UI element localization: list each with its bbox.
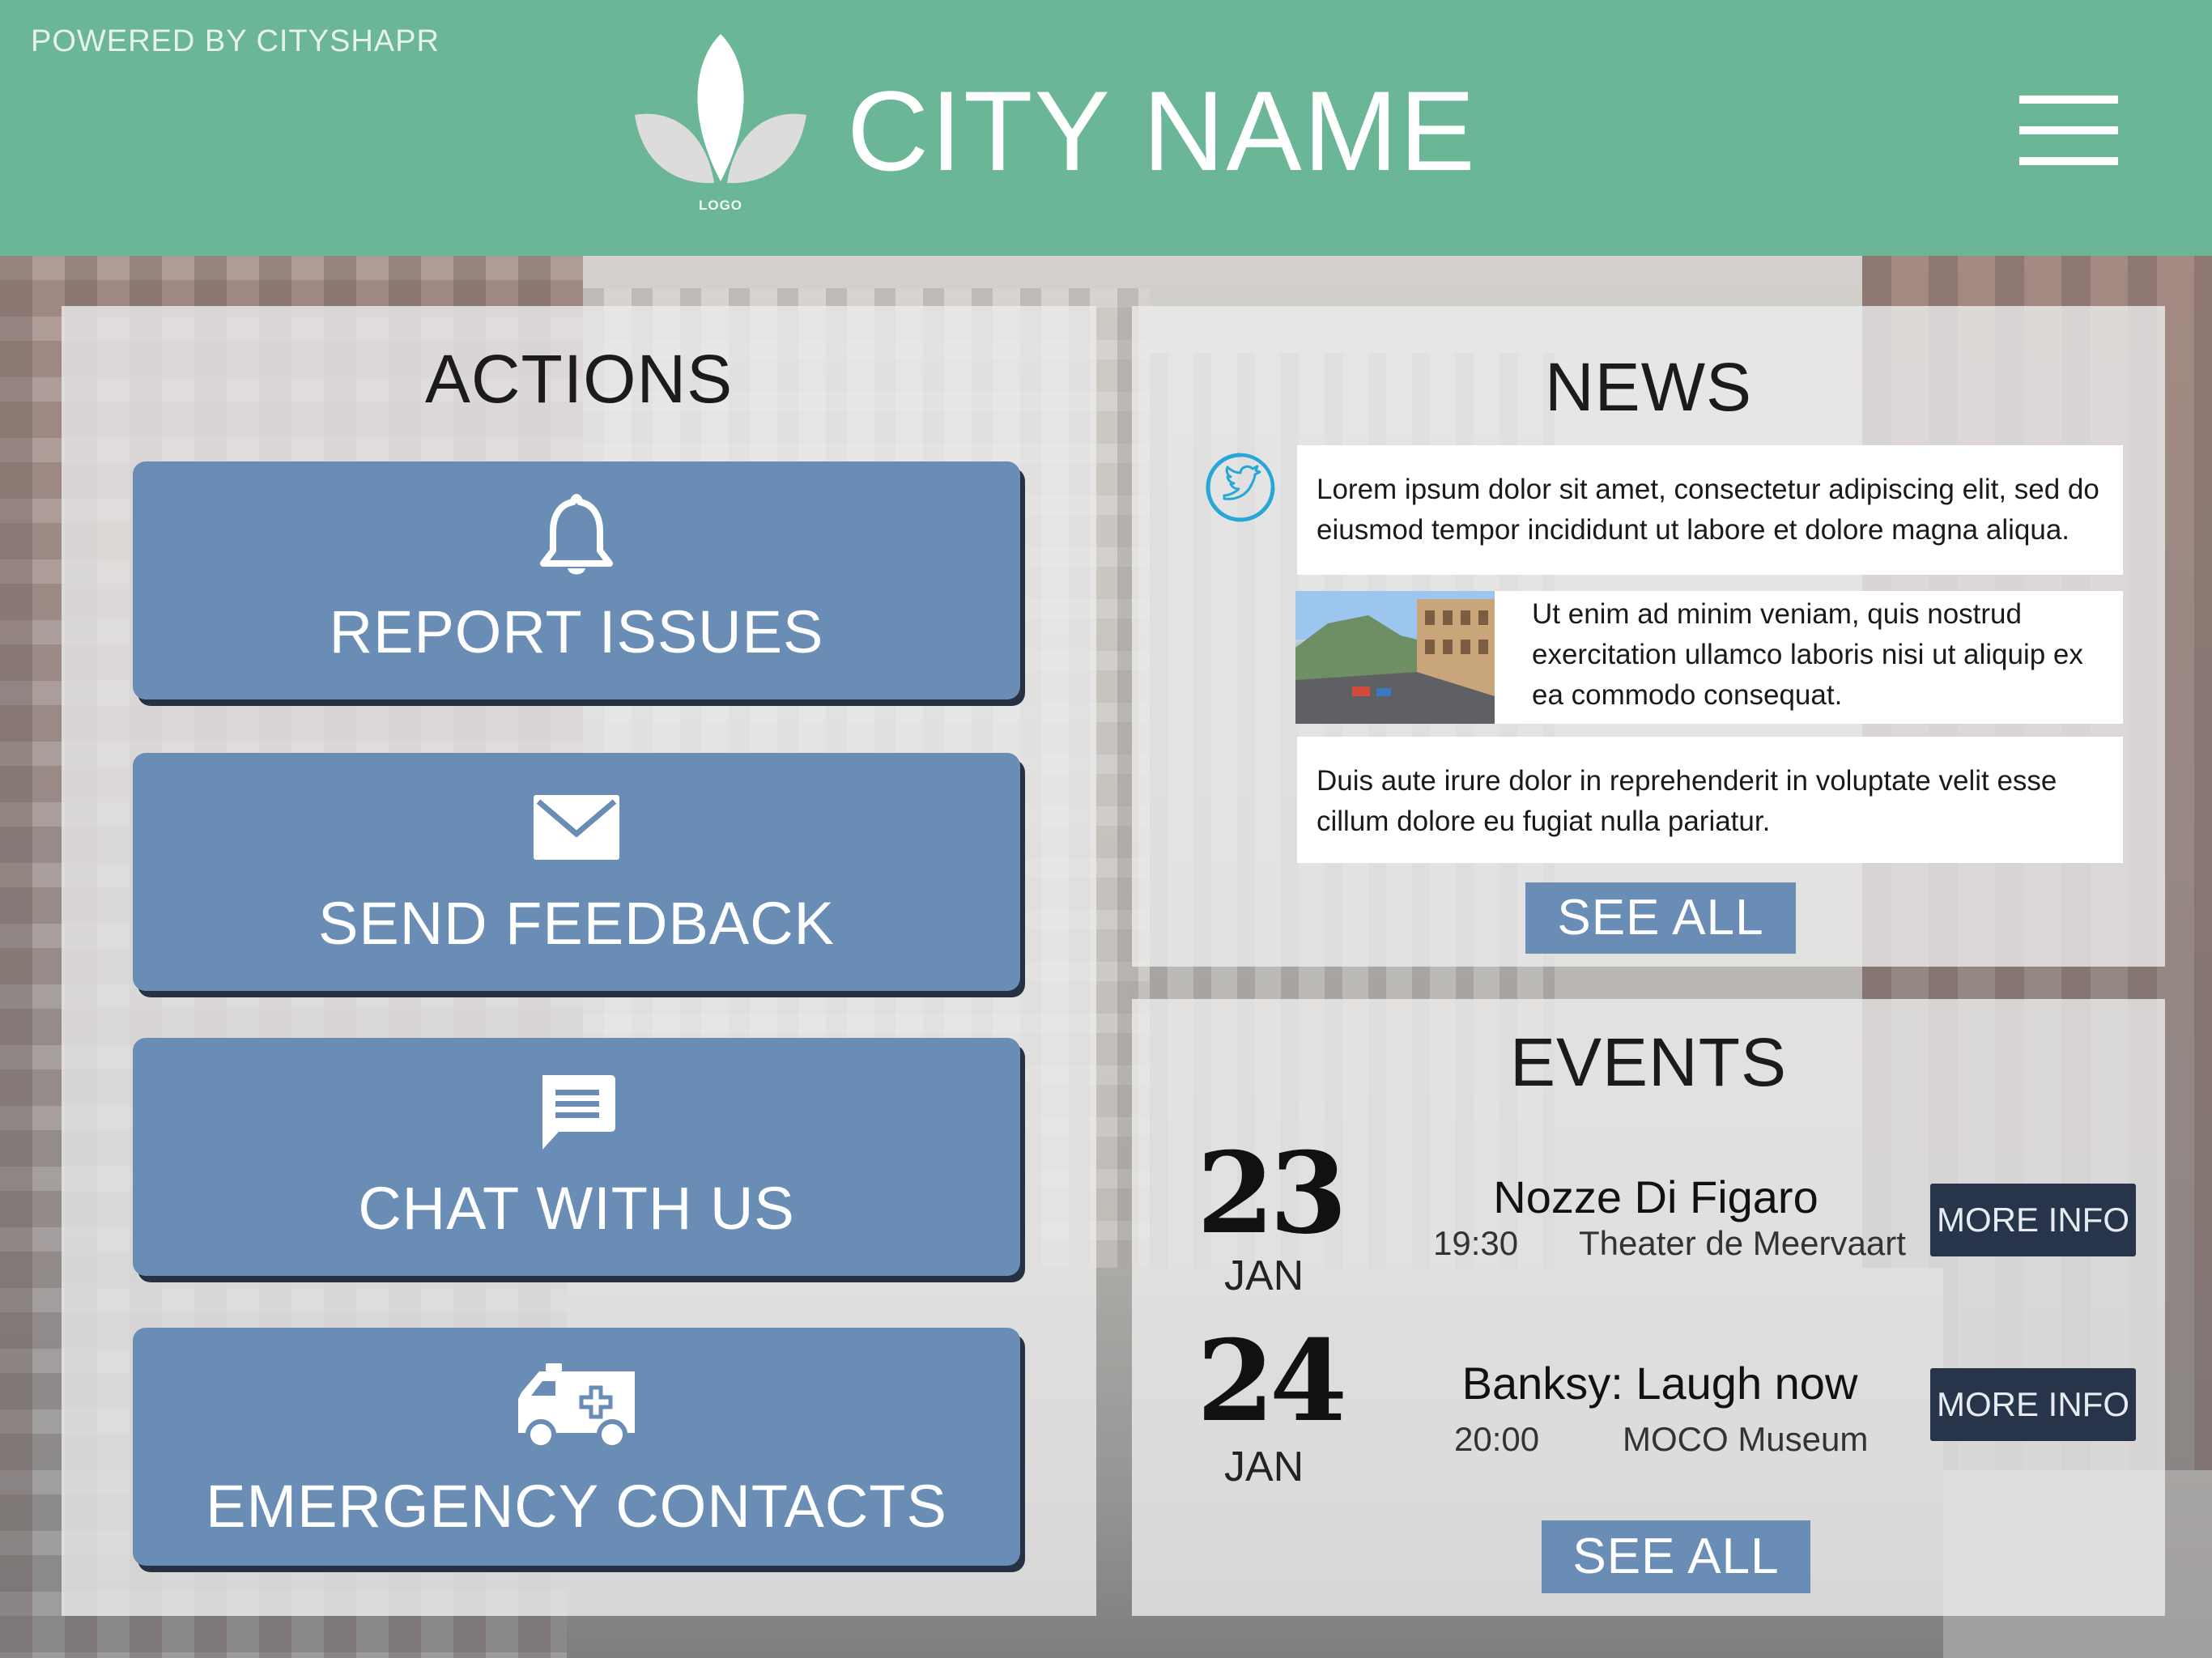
ambulance-icon <box>133 1363 1020 1452</box>
news-item-text: Ut enim ad minim veniam, quis nostrud ex… <box>1532 598 2083 711</box>
envelope-icon <box>133 795 1020 864</box>
emergency-contacts-button[interactable]: EMERGENCY CONTACTS <box>133 1328 1020 1566</box>
powered-by-label: POWERED BY CITYSHAPR <box>31 24 440 58</box>
city-logo: LOGO <box>632 31 810 217</box>
event-place: Theater de Meervaart <box>1579 1224 1906 1262</box>
emergency-contacts-label: EMERGENCY CONTACTS <box>206 1473 947 1540</box>
event-title[interactable]: Banksy: Laugh now <box>1433 1357 1887 1409</box>
send-feedback-button[interactable]: SEND FEEDBACK <box>133 753 1020 991</box>
hamburger-menu-icon[interactable] <box>2019 96 2118 165</box>
event-day: 24 <box>1197 1315 1347 1447</box>
news-item-text: Lorem ipsum dolor sit amet, consectetur … <box>1317 474 2099 546</box>
chat-with-us-label: CHAT WITH US <box>358 1175 795 1242</box>
event-day: 23 <box>1197 1127 1347 1259</box>
news-see-all-button[interactable]: SEE ALL <box>1525 882 1796 954</box>
chat-bubble-icon <box>133 1072 1020 1157</box>
twitter-icon[interactable] <box>1203 450 1278 525</box>
event-time: 20:00 <box>1454 1420 1540 1458</box>
news-title: NEWS <box>1545 349 1752 425</box>
event-title[interactable]: Nozze Di Figaro <box>1449 1171 1862 1223</box>
city-name-title: CITY NAME <box>847 67 1477 194</box>
events-see-all-button[interactable]: SEE ALL <box>1542 1520 1810 1593</box>
more-info-button[interactable]: MORE INFO <box>1930 1184 2136 1256</box>
news-item-image <box>1295 591 1495 724</box>
actions-title: ACTIONS <box>424 341 734 417</box>
event-time: 19:30 <box>1433 1224 1519 1262</box>
event-month: JAN <box>1224 1443 1304 1490</box>
news-item[interactable]: Duis aute irure dolor in reprehenderit i… <box>1297 737 2123 863</box>
bell-icon <box>133 492 1020 582</box>
event-month: JAN <box>1224 1252 1304 1299</box>
events-title: EVENTS <box>1509 1024 1788 1100</box>
news-item[interactable]: Lorem ipsum dolor sit amet, consectetur … <box>1297 445 2123 575</box>
send-feedback-label: SEND FEEDBACK <box>317 890 836 957</box>
news-item-text: Duis aute irure dolor in reprehenderit i… <box>1317 765 2057 837</box>
event-place: MOCO Museum <box>1623 1420 1869 1458</box>
more-info-button[interactable]: MORE INFO <box>1930 1368 2136 1441</box>
chat-with-us-button[interactable]: CHAT WITH US <box>133 1038 1020 1276</box>
leaf-logo-icon <box>635 34 806 184</box>
report-issues-button[interactable]: REPORT ISSUES <box>133 461 1020 699</box>
logo-caption: LOGO <box>698 198 743 213</box>
app-header: POWERED BY CITYSHAPR LOGO CITY NAME <box>0 0 2212 256</box>
report-issues-label: REPORT ISSUES <box>329 598 824 665</box>
